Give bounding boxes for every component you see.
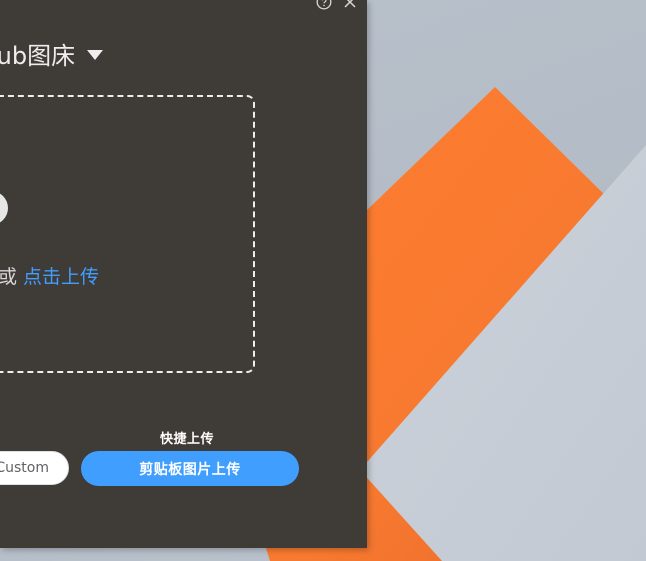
desktop: lub图床 或点击上传 快捷上传 Custom 剪贴板图片上传 [0, 0, 646, 561]
drop-or-text: 或 [0, 266, 18, 288]
drop-hint: 或点击上传 [0, 262, 99, 289]
close-icon[interactable] [342, 0, 358, 10]
window-controls [316, 0, 358, 10]
click-upload-link[interactable]: 点击上传 [23, 266, 99, 288]
upload-dropzone[interactable] [0, 95, 255, 373]
picbed-selector[interactable]: lub图床 [0, 36, 104, 71]
chevron-down-icon [87, 50, 104, 60]
custom-upload-button[interactable]: Custom [0, 451, 69, 485]
clipboard-upload-button[interactable]: 剪贴板图片上传 [81, 451, 299, 486]
quick-upload-label: 快捷上传 [160, 432, 215, 447]
question-circle-icon[interactable] [316, 0, 332, 10]
upload-panel: lub图床 或点击上传 快捷上传 Custom 剪贴板图片上传 [0, 0, 367, 548]
picbed-title: lub图床 [0, 42, 76, 70]
